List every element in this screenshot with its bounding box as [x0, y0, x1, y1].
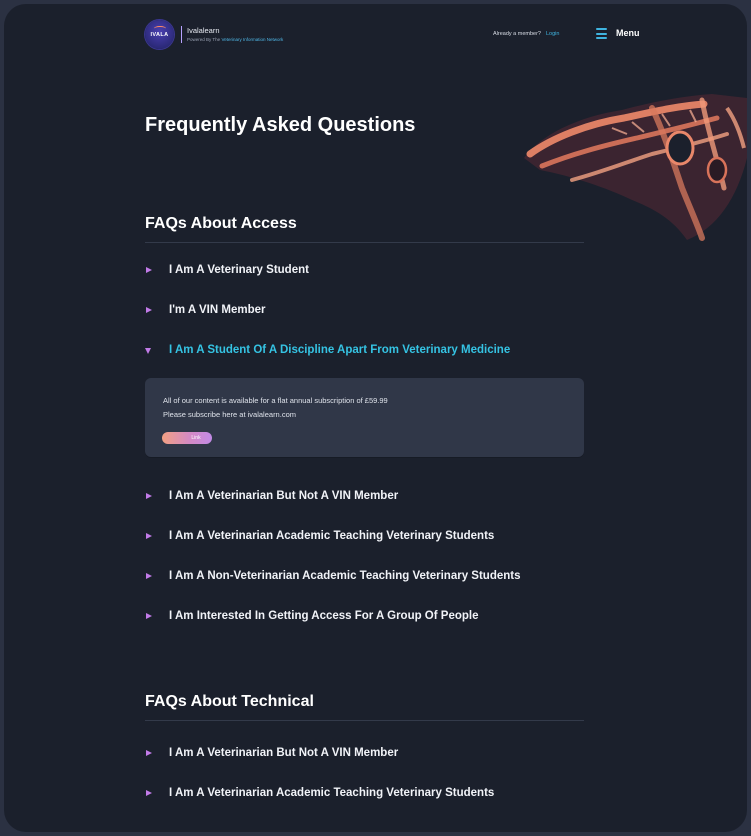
faq-item-label: I Am A Non-Veterinarian Academic Teachin…	[169, 570, 521, 582]
faq-answer-panel: All of our content is available for a fl…	[145, 378, 584, 457]
site-header: IVALA Ivalalearn Powered By The Veterina…	[4, 4, 747, 64]
menu-label: Menu	[616, 28, 640, 38]
caret-right-icon	[146, 307, 152, 313]
faq-item[interactable]: I Am A Veterinarian Academic Teaching Ve…	[145, 526, 585, 548]
powered-by-prefix: Powered By The	[187, 37, 221, 42]
faq-item[interactable]: I'm A VIN Member	[145, 300, 585, 322]
faq-item[interactable]: I Am A Veterinarian But Not A VIN Member	[145, 743, 585, 765]
faq-item[interactable]: I Am A Veterinarian But Not A VIN Member	[145, 486, 585, 508]
faq-item-label: I Am A Student Of A Discipline Apart Fro…	[169, 344, 511, 356]
brand-divider	[181, 26, 182, 43]
faq-item-label: I Am A Veterinarian But Not A VIN Member	[169, 747, 399, 759]
faq-item-label: I Am A Veterinarian But Not A VIN Member	[169, 490, 399, 502]
section-divider	[145, 720, 584, 721]
faq-item-label: I Am A Veterinarian Academic Teaching Ve…	[169, 530, 495, 542]
caret-right-icon	[146, 573, 152, 579]
answer-text-line: Please subscribe here at ivalalearn.com	[163, 410, 296, 419]
caret-right-icon	[146, 533, 152, 539]
faq-item-label: I Am A Veterinary Student	[169, 264, 309, 276]
section-title-access: FAQs About Access	[145, 215, 297, 232]
subscribe-link-button[interactable]: Link	[162, 432, 212, 444]
caret-right-icon	[146, 790, 152, 796]
anatomy-skull-illustration	[524, 94, 747, 241]
menu-button[interactable]: Menu	[594, 25, 654, 43]
caret-down-icon	[145, 348, 151, 354]
caret-right-icon	[146, 613, 152, 619]
faq-item-expanded[interactable]: I Am A Student Of A Discipline Apart Fro…	[145, 340, 585, 362]
powered-by-text: Powered By The Veterinary Information Ne…	[187, 37, 283, 42]
faq-item-label: I Am A Veterinarian Academic Teaching Ve…	[169, 787, 495, 799]
hamburger-icon	[596, 28, 607, 39]
logo-swoosh-icon	[154, 26, 166, 31]
faq-item-label: I'm A VIN Member	[169, 304, 266, 316]
section-title-technical: FAQs About Technical	[145, 693, 314, 710]
page-title: Frequently Asked Questions	[145, 114, 416, 136]
login-link[interactable]: Login	[546, 31, 559, 37]
faq-item-label: I Am Interested In Getting Access For A …	[169, 610, 479, 622]
powered-by-network: Veterinary Information Network	[221, 37, 284, 42]
brand-name: Ivalalearn	[187, 26, 220, 35]
faq-item[interactable]: I Am A Veterinary Student	[145, 260, 585, 282]
member-prompt: Already a member?	[493, 31, 541, 37]
faq-item[interactable]: I Am Interested In Getting Access For A …	[145, 606, 585, 628]
answer-text-line: All of our content is available for a fl…	[163, 396, 388, 405]
app-window: IVALA Ivalalearn Powered By The Veterina…	[4, 4, 747, 832]
section-divider	[145, 242, 584, 243]
faq-item[interactable]: I Am A Veterinarian Academic Teaching Ve…	[145, 783, 585, 805]
caret-right-icon	[146, 267, 152, 273]
caret-right-icon	[146, 493, 152, 499]
faq-item[interactable]: I Am A Non-Veterinarian Academic Teachin…	[145, 566, 585, 588]
ivala-logo[interactable]: IVALA	[145, 20, 174, 49]
caret-right-icon	[146, 750, 152, 756]
logo-text: IVALA	[150, 32, 169, 38]
